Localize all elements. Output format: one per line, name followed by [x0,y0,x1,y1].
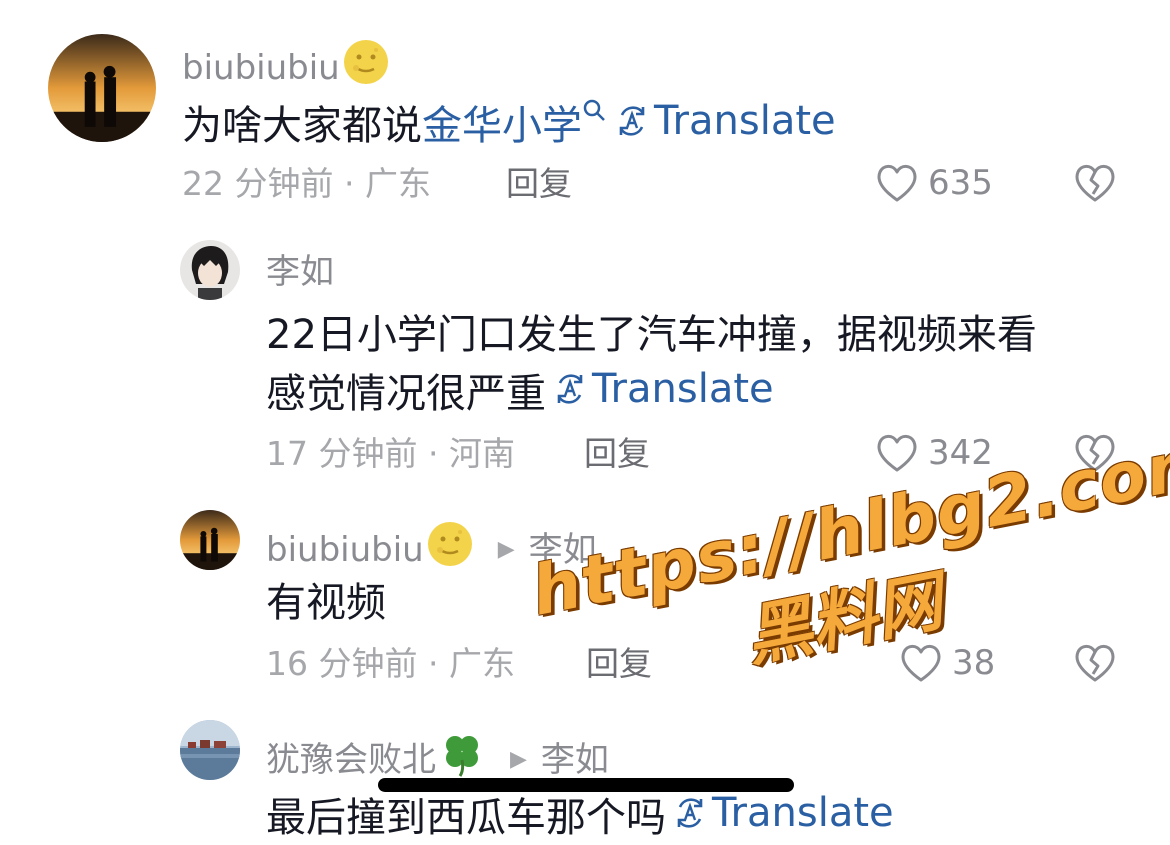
translate-icon [677,798,703,828]
comment-text: 为啥大家都说金华小学 Translate [182,94,836,153]
translate-icon [619,106,645,136]
comment-text: 22日小学门口发生了汽车冲撞，据视频来看 感觉情况很严重 Translate [266,308,1126,421]
translate-icon [557,374,583,404]
username-text[interactable]: 李如 [266,250,334,294]
like-button[interactable]: 38 [898,640,995,686]
comment-text-prefix: 为啥大家都说 [182,103,422,149]
time-location: 17 分钟前 · 河南 [266,434,515,473]
username[interactable]: biubiubiu [182,38,390,97]
like-count: 342 [928,433,993,473]
like-count: 635 [928,163,993,203]
reply-arrow-icon: ▶ [510,746,527,772]
translate-label[interactable]: Translate [592,362,774,416]
translate-button[interactable]: Translate [666,786,894,840]
avatar[interactable] [180,720,240,780]
search-icon [583,99,605,121]
reply-button[interactable]: 回复 [586,642,652,686]
translate-button[interactable]: Translate [546,362,774,416]
dislike-button[interactable] [1072,640,1118,690]
translate-label[interactable]: Translate [654,94,836,148]
search-link[interactable]: 金华小学 [422,99,608,149]
translate-label[interactable]: Translate [712,786,894,840]
username-text[interactable]: biubiubiu [266,528,424,572]
comment-text: 最后撞到西瓜车那个吗 Translate [266,786,894,845]
username[interactable]: 李如 [266,250,334,294]
comment-text: 有视频 [266,580,386,626]
dislike-button[interactable] [1072,160,1118,210]
time-location: 16 分钟前 · 广东 [266,644,515,683]
watermark: https://hlbg2.com 黑料网 [525,421,1170,765]
username-text[interactable]: 犹豫会败北 [266,738,436,782]
broken-heart-icon [1075,644,1115,682]
watermark-name: 黑料网 [739,562,949,676]
dislike-button[interactable] [1072,430,1118,480]
avatar[interactable] [180,240,240,300]
full-moon-face-icon [342,38,390,97]
comment-text-line: 22日小学门口发生了汽车冲撞，据视频来看 [266,312,1037,358]
reply-button[interactable]: 回复 [584,432,650,476]
avatar[interactable] [48,34,156,142]
like-count: 38 [952,643,996,683]
like-button[interactable]: 635 [874,160,993,206]
reply-button[interactable]: 回复 [506,162,572,206]
full-moon-face-icon [426,520,474,579]
username-text[interactable]: biubiubiu [182,46,340,90]
heart-icon [877,164,917,202]
avatar[interactable] [180,510,240,570]
translate-button[interactable]: Translate [608,94,836,148]
broken-heart-icon [1075,164,1115,202]
username[interactable]: biubiubiu ▶ 李如 [266,520,597,579]
reply-arrow-icon: ▶ [497,536,515,562]
like-button[interactable]: 342 [874,430,993,476]
heart-icon [877,434,917,472]
comment-text-line: 最后撞到西瓜车那个吗 [266,795,666,841]
reply-to-user[interactable]: 李如 [529,528,597,572]
time-location: 22 分钟前 · 广东 [182,164,431,203]
reply-to-user[interactable]: 李如 [541,738,609,782]
comment-text-line: 感觉情况很严重 [266,371,546,417]
search-link-text[interactable]: 金华小学 [422,103,582,149]
broken-heart-icon [1075,434,1115,472]
heart-icon [901,644,941,682]
home-indicator[interactable] [378,778,794,792]
